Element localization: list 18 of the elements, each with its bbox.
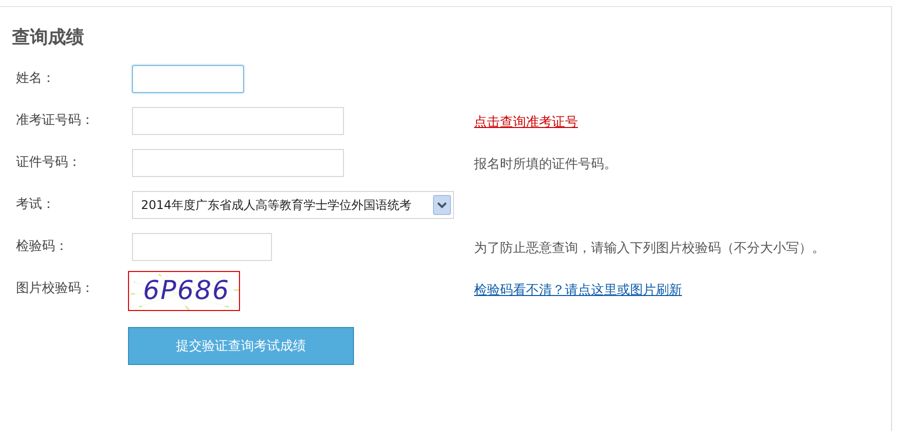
input-field[interactable] bbox=[132, 149, 344, 177]
field-label: 准考证号码： bbox=[15, 112, 95, 129]
field-label: 证件号码： bbox=[15, 154, 82, 171]
input-field[interactable] bbox=[132, 233, 272, 261]
help-link[interactable]: 检验码看不清？请点这里或图片刷新 bbox=[474, 275, 891, 299]
input-field[interactable] bbox=[132, 65, 244, 93]
hint-text: 为了防止恶意查询，请输入下列图片校验码（不分大小写）。 bbox=[474, 240, 826, 257]
field-label: 考试： bbox=[15, 196, 56, 213]
caret-icon bbox=[433, 195, 451, 215]
captcha-image[interactable]: 6P686 bbox=[128, 271, 240, 311]
field-label: 图片校验码： bbox=[15, 280, 95, 297]
page-title: 查询成绩 bbox=[12, 26, 85, 49]
help-link[interactable]: 点击查询准考证号 bbox=[474, 107, 891, 131]
field-label: 姓名： bbox=[15, 70, 56, 87]
input-field[interactable] bbox=[132, 107, 344, 135]
field-label: 检验码： bbox=[15, 238, 69, 255]
exam-select[interactable]: 2014年度广东省成人高等教育学士学位外国语统考 bbox=[132, 191, 454, 219]
hint-text: 报名时所填的证件号码。 bbox=[474, 156, 618, 173]
